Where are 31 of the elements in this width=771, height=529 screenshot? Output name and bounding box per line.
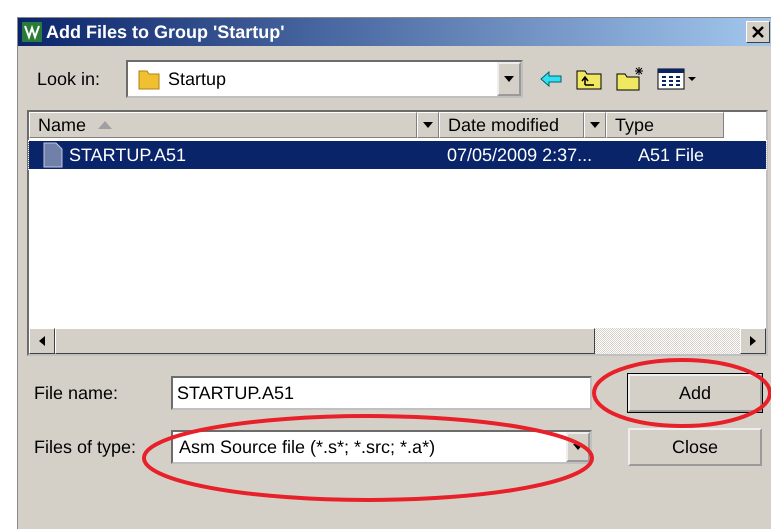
- horizontal-scrollbar[interactable]: [29, 328, 766, 354]
- file-name-label: File name:: [33, 382, 120, 404]
- file-row[interactable]: STARTUP.A51 07/05/2009 2:37... A51 File: [29, 141, 766, 169]
- file-type-value: Asm Source file (*.s*; *.src; *.a*): [178, 436, 436, 458]
- file-icon: [43, 142, 63, 168]
- back-arrow-icon[interactable]: [539, 70, 563, 88]
- column-header[interactable]: Name: [29, 112, 417, 138]
- file-type-dropdown[interactable]: Asm Source file (*.s*; *.src; *.a*): [171, 430, 592, 464]
- column-header[interactable]: Date modified: [439, 112, 584, 138]
- new-folder-icon[interactable]: [615, 66, 645, 92]
- file-type: A51 File: [637, 144, 706, 166]
- caret-icon: [423, 122, 433, 128]
- file-name-field[interactable]: STARTUP.A51: [171, 376, 592, 410]
- look-in-value: Startup: [167, 68, 228, 90]
- app-icon: [22, 22, 42, 42]
- caret-icon: [504, 76, 514, 82]
- file-type-label: Files of type:: [33, 436, 138, 458]
- add-button[interactable]: Add: [628, 374, 762, 412]
- look-in-dropdown[interactable]: Startup: [126, 60, 523, 98]
- file-date: 07/05/2009 2:37...: [446, 144, 594, 166]
- window-title: Add Files to Group 'Startup': [46, 22, 286, 42]
- look-in-label: Look in:: [36, 68, 102, 90]
- caret-icon: [573, 444, 583, 450]
- caret-icon: [590, 122, 600, 128]
- close-icon[interactable]: [746, 21, 770, 43]
- scroll-right-icon[interactable]: [750, 336, 756, 346]
- file-name: STARTUP.A51: [69, 144, 186, 166]
- close-button[interactable]: Close: [628, 428, 762, 466]
- view-menu-icon[interactable]: [657, 68, 697, 90]
- column-header[interactable]: Type: [606, 112, 724, 138]
- scroll-left-icon[interactable]: [39, 336, 45, 346]
